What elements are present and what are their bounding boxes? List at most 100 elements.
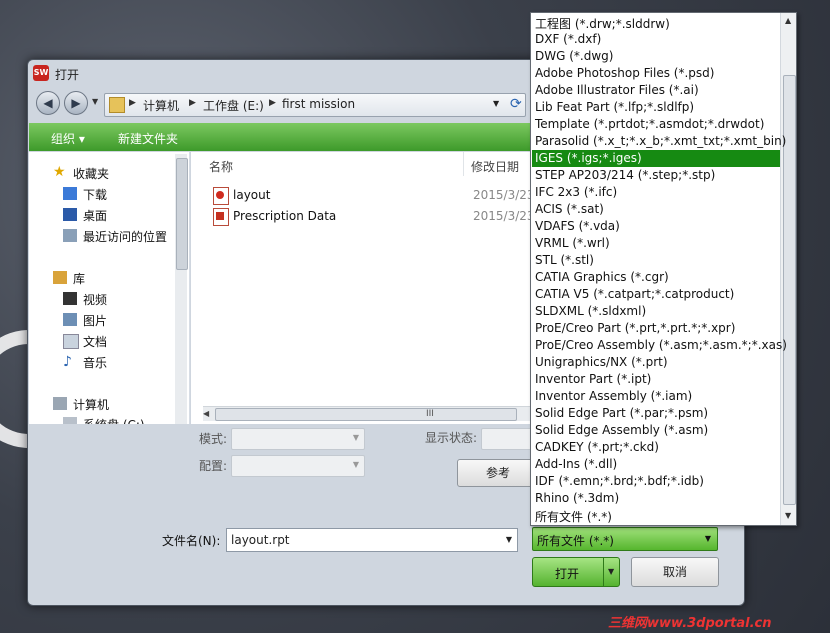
pdf-file-icon [213,208,229,226]
sidebar-item-documents[interactable]: 文档 [83,333,107,350]
music-icon: ♪ [63,354,72,370]
cancel-button[interactable]: 取消 [631,557,719,587]
folder-icon [109,97,125,113]
file-type-option[interactable]: Template (*.prtdot;*.asmdot;*.drwdot) [532,116,780,133]
scroll-down-icon[interactable]: ▼ [785,511,791,520]
file-type-option-label: ProE/Creo Part (*.prt,*.prt.*;*.xpr) [535,321,736,335]
chevron-down-icon[interactable]: ▼ [506,535,512,544]
breadcrumb-computer[interactable]: 计算机 [143,97,179,114]
file-type-option[interactable]: DXF (*.dxf) [532,31,780,48]
file-type-option[interactable]: Solid Edge Assembly (*.asm) [532,422,780,439]
scroll-up-icon[interactable]: ▲ [785,16,791,25]
file-type-option-label: VRML (*.wrl) [535,236,610,250]
file-type-select[interactable]: 所有文件 (*.*) ▼ [532,527,718,551]
file-row-layout[interactable]: layout 2015/3/23 1 [191,185,546,205]
sidebar-item-downloads[interactable]: 下载 [83,186,107,203]
file-type-option[interactable]: CATIA Graphics (*.cgr) [532,269,780,286]
file-list-horizontal-scrollbar[interactable]: ◀ III [203,406,531,421]
dropdown-scrollbar[interactable]: ▲ ▼ [780,13,796,525]
history-dropdown-icon[interactable]: ▼ [92,97,98,106]
library-icon [53,271,67,284]
back-button[interactable]: ◀ [36,91,60,115]
column-header-date[interactable]: 修改日期 [471,158,519,175]
file-type-option-label: Lib Feat Part (*.lfp;*.sldlfp) [535,100,695,114]
file-type-option[interactable]: Unigraphics/NX (*.prt) [532,354,780,371]
chevron-right-icon[interactable]: ▶ [129,98,136,108]
scroll-left-icon[interactable]: ◀ [203,409,209,418]
file-type-option[interactable]: Add-Ins (*.dll) [532,456,780,473]
file-type-option[interactable]: ProE/Creo Assembly (*.asm;*.asm.*;*.xas) [532,337,787,354]
new-folder-button[interactable]: 新建文件夹 [118,130,178,147]
sidebar-item-recent[interactable]: 最近访问的位置 [83,228,167,245]
file-type-option[interactable]: ProE/Creo Part (*.prt,*.prt.*;*.xpr) [532,320,780,337]
file-type-option-label: DWG (*.dwg) [535,49,614,63]
filename-input[interactable]: layout.rpt ▼ [226,528,518,552]
file-type-option[interactable]: Solid Edge Part (*.par;*.psm) [532,405,780,422]
documents-icon [63,334,79,349]
file-type-option[interactable]: Inventor Assembly (*.iam) [532,388,780,405]
column-header-name[interactable]: 名称 [209,158,233,175]
breadcrumb-first-mission[interactable]: first mission [282,97,355,111]
file-row-prescription-data[interactable]: Prescription Data 2015/3/23 1 [191,206,546,226]
file-type-option[interactable]: CATIA V5 (*.catpart;*.catproduct) [532,286,780,303]
sidebar-item-pictures[interactable]: 图片 [83,312,107,329]
sidebar-scrollbar[interactable] [175,154,188,424]
file-type-option[interactable]: 所有文件 (*.*) [532,507,780,524]
file-type-option[interactable]: DWG (*.dwg) [532,48,780,65]
sidebar-item-favorites[interactable]: 收藏夹 [73,165,109,182]
chevron-down-icon: ▼ [704,534,711,543]
sidebar-scroll-thumb[interactable] [176,158,188,270]
computer-icon [53,397,67,410]
sidebar-item-videos[interactable]: 视频 [83,291,107,308]
open-button[interactable]: 打开 ▼ [532,557,620,587]
file-type-option[interactable]: Inventor Part (*.ipt) [532,371,780,388]
sidebar-item-computer[interactable]: 计算机 [73,396,109,413]
chevron-right-icon[interactable]: ▶ [269,98,276,108]
recent-places-icon [63,229,77,242]
file-type-option-label: Solid Edge Assembly (*.asm) [535,423,709,437]
file-type-option[interactable]: STL (*.stl) [532,252,780,269]
file-type-option-label: STL (*.stl) [535,253,594,267]
file-type-option-label: Parasolid (*.x_t;*.x_b;*.xmt_txt;*.xmt_b… [535,134,787,148]
file-type-option[interactable]: Adobe Illustrator Files (*.ai) [532,82,780,99]
sidebar-item-desktop[interactable]: 桌面 [83,207,107,224]
file-type-option[interactable]: CADKEY (*.prt;*.ckd) [532,439,780,456]
file-type-dropdown-list: ▲ ▼ 工程图 (*.drw;*.slddrw) DXF (*.dxf) DWG (… [530,12,797,526]
file-type-option[interactable]: VDAFS (*.vda) [532,218,780,235]
forward-arrow-icon: ▶ [71,96,81,110]
file-type-option[interactable]: IGES (*.igs;*.iges) [532,150,780,167]
forward-button[interactable]: ▶ [64,91,88,115]
file-type-option[interactable]: STEP AP203/214 (*.step;*.stp) [532,167,780,184]
file-type-option[interactable]: SLDXML (*.sldxml) [532,303,780,320]
chevron-right-icon[interactable]: ▶ [189,98,196,108]
open-button-label: 打开 [555,567,580,581]
refresh-icon[interactable]: ⟳ [510,96,522,112]
desktop-icon [63,208,77,221]
file-type-option-label: VDAFS (*.vda) [535,219,620,233]
reference-button[interactable]: 参考 [457,459,539,487]
file-type-option[interactable]: Parasolid (*.x_t;*.x_b;*.xmt_txt;*.xmt_b… [532,133,786,150]
pictures-icon [63,313,77,326]
file-type-option[interactable]: IFC 2x3 (*.ifc) [532,184,780,201]
config-select: ▼ [231,455,365,477]
file-type-option[interactable]: VRML (*.wrl) [532,235,780,252]
back-arrow-icon: ◀ [43,96,53,110]
sidebar-item-libraries[interactable]: 库 [73,270,85,287]
horizontal-scroll-thumb[interactable]: III [215,408,517,421]
file-type-option[interactable]: Lib Feat Part (*.lfp;*.sldlfp) [532,99,780,116]
breadcrumb-drive-e[interactable]: 工作盘 (E:) [203,97,264,114]
file-type-option[interactable]: 工程图 (*.drw;*.slddrw) [532,14,780,31]
sidebar-item-system-disk[interactable]: 系统盘 (C:) [83,416,145,424]
file-type-option[interactable]: Rhino (*.3dm) [532,490,780,507]
organize-button[interactable]: 组织 ▾ [51,130,85,147]
column-divider[interactable] [463,152,464,176]
open-options-dropdown-icon[interactable]: ▼ [608,567,614,576]
file-name: Prescription Data [233,209,337,223]
file-type-option[interactable]: IDF (*.emn;*.brd;*.bdf;*.idb) [532,473,780,490]
address-bar[interactable]: ▶ 计算机 ▶ 工作盘 (E:) ▶ first mission ▼ ⟳ [104,93,526,117]
file-type-option[interactable]: ACIS (*.sat) [532,201,780,218]
file-type-option[interactable]: Adobe Photoshop Files (*.psd) [532,65,780,82]
sidebar-item-music[interactable]: 音乐 [83,354,107,371]
address-dropdown-icon[interactable]: ▼ [493,99,499,108]
file-type-option-label: 所有文件 (*.*) [535,510,612,524]
